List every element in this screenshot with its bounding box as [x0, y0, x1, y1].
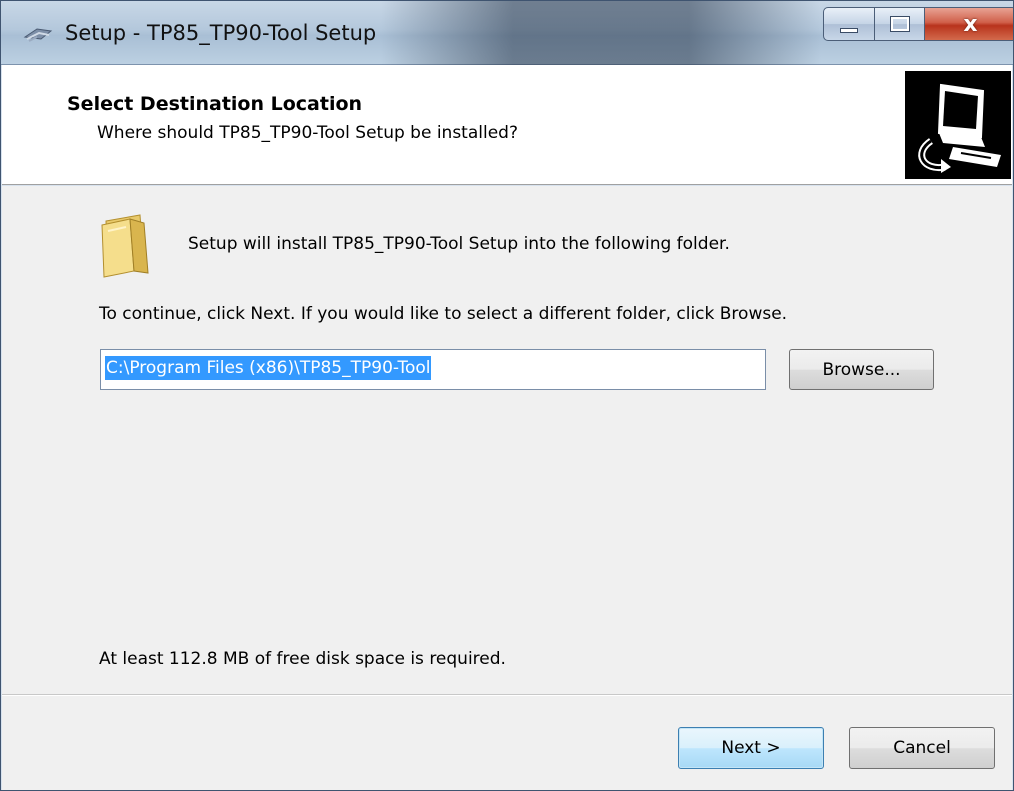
page-title: Select Destination Location	[67, 93, 363, 115]
browse-button[interactable]: Browse...	[789, 349, 934, 390]
setup-window: Setup - TP85_TP90-Tool Setup x Select De…	[0, 0, 1014, 791]
setup-app-icon[interactable]	[23, 25, 53, 45]
minimize-button[interactable]	[823, 7, 875, 41]
title-bar-glass	[381, 1, 821, 65]
wizard-header: Select Destination Location Where should…	[2, 65, 1012, 185]
folder-icon	[101, 214, 149, 278]
disk-space-message: At least 112.8 MB of free disk space is …	[99, 649, 506, 669]
maximize-button[interactable]	[875, 7, 925, 41]
footer-divider	[2, 695, 1012, 696]
close-button[interactable]: x	[925, 7, 1013, 41]
maximize-icon	[889, 16, 910, 32]
wizard-body: Setup will install TP85_TP90-Tool Setup …	[2, 186, 1012, 694]
minimize-icon	[840, 27, 858, 33]
window-title: Setup - TP85_TP90-Tool Setup	[65, 21, 377, 45]
install-message: Setup will install TP85_TP90-Tool Setup …	[188, 234, 730, 254]
cancel-button[interactable]: Cancel	[849, 727, 995, 769]
page-subtitle: Where should TP85_TP90-Tool Setup be ins…	[97, 123, 518, 143]
computer-install-icon	[905, 71, 1011, 179]
wizard-footer: Next > Cancel	[2, 694, 1012, 790]
title-bar[interactable]: Setup - TP85_TP90-Tool Setup x	[1, 1, 1013, 65]
window-controls: x	[823, 7, 1013, 41]
destination-path-input[interactable]: C:\Program Files (x86)\TP85_TP90-Tool	[100, 349, 766, 390]
destination-path-value: C:\Program Files (x86)\TP85_TP90-Tool	[105, 356, 432, 380]
next-button[interactable]: Next >	[678, 727, 824, 769]
close-icon: x	[963, 11, 978, 37]
continue-instructions: To continue, click Next. If you would li…	[99, 304, 788, 324]
